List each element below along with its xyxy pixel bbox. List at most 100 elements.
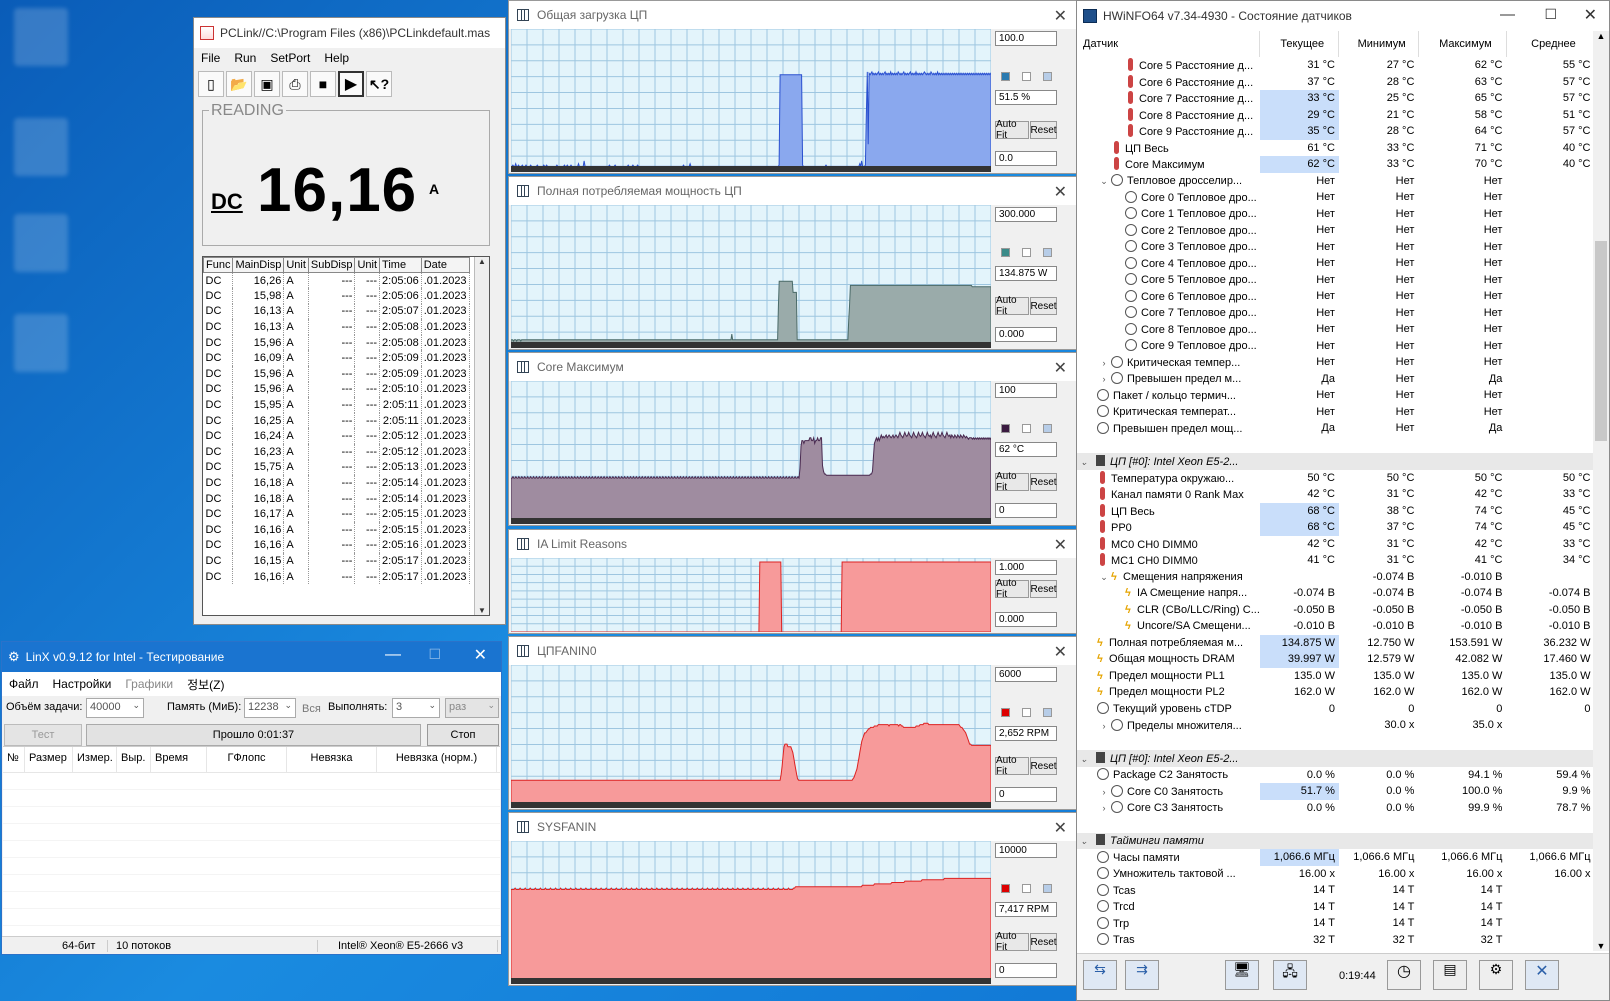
sensor-row[interactable]: ϟ IA Смещение напря... -0.074 В -0.074 В -0.… [1077, 585, 1595, 602]
memory-select[interactable]: 12238 ⌄ [244, 698, 296, 718]
sensor-row[interactable]: Tcas 14 T 14 T 14 T [1077, 882, 1595, 899]
log-row[interactable]: DC 16,17 A --- --- 2:05:15.01.2023 [203, 506, 470, 522]
sensor-scrollbar[interactable]: ▲ ▼ [1593, 31, 1609, 951]
desktop-shortcut-icon[interactable] [14, 8, 68, 66]
graph-option-box[interactable] [1043, 424, 1052, 433]
log-column-header[interactable]: Time [379, 257, 422, 273]
graph-color-swatch[interactable] [1001, 424, 1010, 433]
sensor-row[interactable]: Core 8 Тепловое дро... Нет Нет Нет [1077, 321, 1595, 338]
graph-min-value[interactable]: 0 [995, 963, 1057, 978]
sensor-column-header[interactable]: Минимум [1338, 31, 1419, 57]
sensor-row[interactable]: Core 4 Тепловое дро... Нет Нет Нет [1077, 255, 1595, 272]
graph-max-value[interactable]: 100 [995, 383, 1057, 398]
navigate-right-icon[interactable]: ⇉ [1125, 960, 1159, 990]
task-size-select[interactable]: 40000 ⌄ [86, 698, 144, 718]
autofit-button[interactable]: Auto Fit [995, 119, 1029, 141]
sensor-column-header[interactable]: Среднее [1506, 31, 1595, 57]
linx-titlebar[interactable]: ⚙ LinX v0.9.12 for Intel - Тестирование … [2, 642, 501, 672]
close-icon[interactable]: ✕ [1054, 6, 1067, 26]
log-row[interactable]: DC 16,18 A --- --- 2:05:14.01.2023 [203, 475, 470, 491]
log-column-header[interactable]: Date [420, 257, 470, 273]
sensor-row[interactable]: ϟ Общая мощность DRAM 39.997 W 12.579 W 42.0… [1077, 651, 1595, 668]
sensor-row[interactable]: › Превышен предел м... Да Нет Да [1077, 371, 1595, 388]
sensor-row[interactable]: Превышен предел мощ... Да Нет Да [1077, 420, 1595, 437]
scroll-up-icon[interactable]: ▲ [1593, 31, 1609, 41]
graph-max-value[interactable]: 300.000 [995, 207, 1057, 222]
log-row[interactable]: DC 15,96 A --- --- 2:05:10.01.2023 [203, 381, 470, 398]
all-memory-label[interactable]: Вся [302, 703, 321, 715]
graph-option-box[interactable] [1043, 708, 1052, 717]
expand-chevron-icon[interactable]: › [1097, 787, 1111, 797]
sensor-row[interactable]: › Критическая темпер... Нет Нет Нет [1077, 354, 1595, 371]
sensor-row[interactable]: ⌄ Тепловое дросселир... Нет Нет Нет [1077, 173, 1595, 190]
new-file-icon[interactable]: ▯ [198, 71, 224, 97]
expand-chevron-icon[interactable]: › [1097, 374, 1111, 384]
autofit-button[interactable]: Auto Fit [995, 931, 1029, 953]
sensor-row[interactable]: ϟ Предел мощности PL1 135.0 W 135.0 W 135.0 … [1077, 668, 1595, 685]
sensor-row[interactable]: Текущий уровень cTDP 0 0 0 0 [1077, 701, 1595, 718]
minimize-icon[interactable]: — [1500, 6, 1515, 23]
collapse-chevron-icon[interactable]: ⌄ [1077, 754, 1091, 765]
graph-color-swatch[interactable] [1001, 248, 1010, 257]
linx-menu-item[interactable]: Файл [2, 677, 46, 691]
maximize-icon[interactable]: ☐ [1544, 6, 1557, 23]
results-column-header[interactable]: ГФлопс [207, 747, 287, 772]
sensor-row[interactable]: ⌄ ЦП [#0]: Intel Xeon E5-2... [1077, 750, 1595, 767]
sensor-row[interactable]: Core Максимум 62 °C 33 °C 70 °C 40 °C [1077, 156, 1595, 173]
log-row[interactable]: DC 15,95 A --- --- 2:05:11.01.2023 [203, 397, 470, 413]
autofit-button[interactable]: Auto Fit [995, 471, 1029, 493]
stop-button[interactable]: Стоп [427, 724, 499, 746]
open-folder-icon[interactable]: 📂 [226, 71, 252, 97]
linx-menu-item[interactable]: Настройки [46, 677, 119, 691]
close-icon[interactable]: ✕ [1054, 642, 1067, 662]
graph-max-value[interactable]: 6000 [995, 667, 1057, 682]
sensor-column-header[interactable]: Текущее [1259, 31, 1340, 57]
sensor-row[interactable]: Trp 14 T 14 T 14 T [1077, 915, 1595, 932]
graph-min-value[interactable]: 0.0 [995, 151, 1057, 166]
graph-titlebar[interactable]: Полная потребляемая мощность ЦП [509, 177, 1077, 205]
log-column-header[interactable]: Unit [354, 257, 381, 273]
graph-titlebar[interactable]: ЦПFANIN0 [509, 637, 1077, 665]
log-row[interactable]: DC 16,13 A --- --- 2:05:08.01.2023 [203, 319, 470, 335]
pclink-menu-item[interactable]: File [194, 51, 227, 65]
desktop-shortcut-icon[interactable] [14, 314, 68, 372]
navigate-left-right-icon[interactable]: ⇆ [1083, 960, 1117, 990]
log-row[interactable]: DC 16,16 A --- --- 2:05:15.01.2023 [203, 522, 470, 538]
sensor-row[interactable]: ϟ CLR (CBo/LLC/Ring) С... -0.050 В -0.050 В… [1077, 602, 1595, 619]
sensor-row[interactable]: Trcd 14 T 14 T 14 T [1077, 899, 1595, 916]
scrollbar-thumb[interactable] [1595, 241, 1607, 441]
pclink-menu-item[interactable]: Help [317, 51, 356, 65]
expand-chevron-icon[interactable]: › [1097, 803, 1111, 813]
desktop-shortcut-icon[interactable] [14, 214, 68, 272]
log-row[interactable]: DC 15,75 A --- --- 2:05:13.01.2023 [203, 459, 470, 476]
autofit-button[interactable]: Auto Fit [995, 578, 1029, 600]
graph-titlebar[interactable]: Общая загрузка ЦП [509, 1, 1077, 29]
close-icon[interactable]: ✕ [1054, 182, 1067, 202]
log-column-header[interactable]: SubDisp [307, 257, 356, 273]
linx-menu-item[interactable]: Графики [118, 677, 180, 691]
sensor-row[interactable] [1077, 437, 1595, 454]
graph-min-value[interactable]: 0 [995, 787, 1057, 802]
close-icon[interactable]: ✕ [1054, 358, 1067, 378]
sensor-column-header[interactable]: Датчик [1077, 31, 1261, 57]
log-row[interactable]: DC 16,25 A --- --- 2:05:11.01.2023 [203, 412, 470, 429]
reset-button[interactable]: Reset [1030, 580, 1057, 598]
collapse-chevron-icon[interactable]: ⌄ [1097, 572, 1111, 583]
results-column-header[interactable]: Время [151, 747, 207, 772]
sensor-row[interactable]: ϟ Предел мощности PL2 162.0 W 162.0 W 162.0 … [1077, 684, 1595, 701]
sensor-row[interactable]: ϟ Uncore/SA Смещени... -0.010 В -0.010 В -0.… [1077, 618, 1595, 635]
sensor-row[interactable]: Core 3 Тепловое дро... Нет Нет Нет [1077, 239, 1595, 256]
stop-icon[interactable]: ■ [310, 71, 336, 97]
graph-option-box[interactable] [1022, 248, 1031, 257]
pclink-titlebar[interactable]: PCLink//C:\Program Files (x86)\PCLinkdef… [194, 18, 505, 48]
log-row[interactable]: DC 15,96 A --- --- 2:05:09.01.2023 [203, 366, 470, 382]
sensor-row[interactable]: MC1 CH0 DIMM0 41 °C 31 °C 41 °C 34 °C [1077, 552, 1595, 569]
graph-titlebar[interactable]: IA Limit Reasons [509, 530, 1077, 558]
expand-chevron-icon[interactable]: › [1097, 358, 1111, 368]
pclink-menu-item[interactable]: SetPort [263, 51, 317, 65]
graph-option-box[interactable] [1043, 72, 1052, 81]
scroll-down-icon[interactable]: ▼ [1593, 941, 1609, 951]
sensor-row[interactable]: Умножитель тактовой ... 16.00 x 16.00 x 16.… [1077, 866, 1595, 883]
sensor-row[interactable]: Core 6 Тепловое дро... Нет Нет Нет [1077, 288, 1595, 305]
scroll-down-icon[interactable]: ▼ [475, 606, 489, 615]
